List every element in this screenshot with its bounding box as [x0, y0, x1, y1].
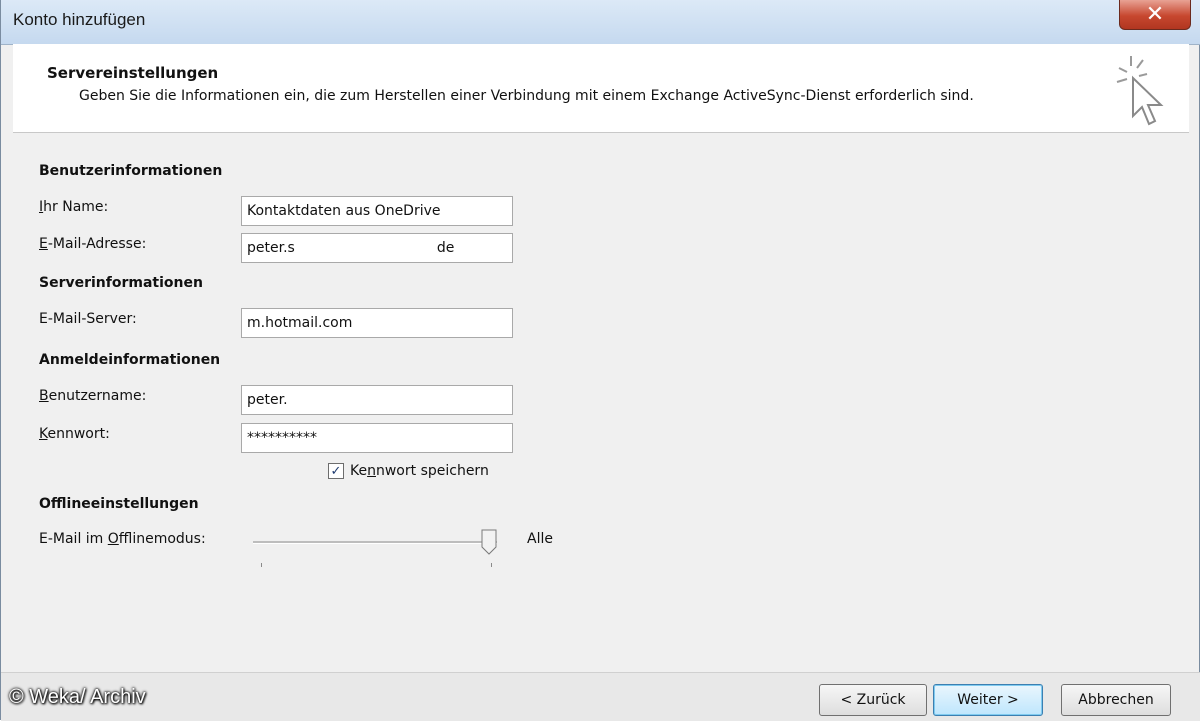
next-button[interactable]: Weiter > [933, 684, 1043, 716]
email-value-end: de [436, 240, 455, 256]
server-label: E-Mail-Server: [39, 311, 137, 327]
section-server-info: Serverinformationen [39, 275, 203, 291]
section-user-info: Benutzerinformationen [39, 163, 223, 179]
remember-password-checkbox[interactable]: ✓ [328, 463, 344, 479]
remember-password-label: Kennwort speichern [350, 463, 489, 479]
add-account-dialog: Konto hinzufügen ✕ Servereinstellungen G… [0, 0, 1200, 721]
username-label: Benutzername: [39, 388, 147, 404]
email-input[interactable]: peter.s de [241, 233, 513, 263]
cursor-sparkle-icon [1116, 56, 1164, 126]
title-bar: Konto hinzufügen ✕ [1, 0, 1200, 45]
server-input[interactable]: m.hotmail.com [241, 308, 513, 338]
offline-slider-thumb[interactable] [481, 529, 497, 555]
remember-password-row[interactable]: ✓ Kennwort speichern [328, 463, 489, 479]
header-description: Geben Sie die Informationen ein, die zum… [79, 88, 974, 104]
name-input[interactable]: Kontaktdaten aus OneDrive [241, 196, 513, 226]
back-button[interactable]: < Zurück [819, 684, 927, 716]
cancel-button[interactable]: Abbrechen [1061, 684, 1171, 716]
offline-slider-value: Alle [527, 531, 553, 547]
slider-tick-end [491, 563, 492, 567]
offline-slider-track[interactable] [253, 541, 497, 544]
checkmark-icon: ✓ [330, 463, 342, 479]
dialog-header: Servereinstellungen Geben Sie die Inform… [13, 44, 1189, 133]
close-button[interactable]: ✕ [1119, 0, 1191, 30]
username-input[interactable]: peter. [241, 385, 513, 415]
email-value-start: peter.s [247, 240, 295, 256]
watermark: © Weka/ Archiv [9, 686, 146, 708]
header-title: Servereinstellungen [47, 64, 219, 82]
email-label: E-Mail-Adresse: [39, 236, 147, 252]
name-label: Ihr Name: [39, 199, 109, 215]
close-icon: ✕ [1145, 2, 1165, 27]
section-offline-settings: Offlineeinstellungen [39, 496, 199, 512]
password-input[interactable]: ********** [241, 423, 513, 453]
window-title: Konto hinzufügen [13, 10, 146, 29]
slider-tick-start [261, 563, 262, 567]
section-login-info: Anmeldeinformationen [39, 352, 221, 368]
form-area: Benutzerinformationen Ihr Name: Kontaktd… [13, 133, 1189, 720]
password-label: Kennwort: [39, 426, 110, 442]
offline-mode-label: E-Mail im Offlinemodus: [39, 531, 206, 547]
